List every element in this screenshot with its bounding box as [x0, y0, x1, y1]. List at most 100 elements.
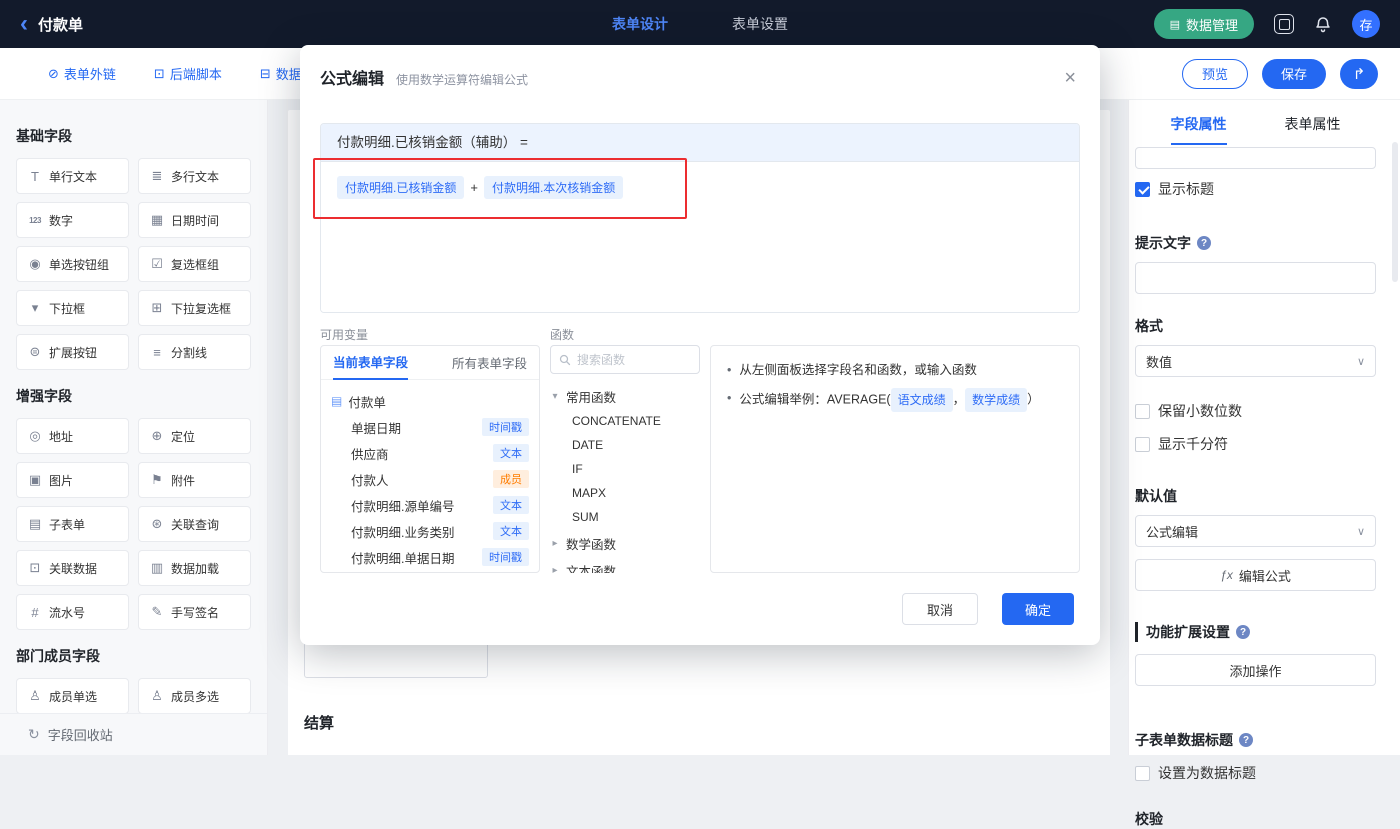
help-question-icon[interactable]: ?	[1236, 625, 1250, 639]
variables-tabs: 当前表单字段 所有表单字段	[321, 346, 539, 380]
field-type-icon: ⊡	[25, 560, 45, 576]
dialog-header: 公式编辑 使用数学运算符编辑公式 ×	[300, 45, 1100, 89]
palette-field-item[interactable]: ▤ 子表单	[16, 506, 129, 542]
preview-button[interactable]: 预览	[1182, 59, 1248, 89]
palette-field-item[interactable]: ≡ 分割线	[138, 334, 251, 370]
field-type-label: 成员单选	[49, 688, 97, 705]
palette-field-item[interactable]: ⊡ 关联数据	[16, 550, 129, 586]
apps-icon[interactable]	[1274, 14, 1294, 34]
function-group-name: 常用函数	[566, 387, 616, 406]
palette-field-item[interactable]: # 流水号	[16, 594, 129, 630]
field-recycle-bin[interactable]: ↻ 字段回收站	[0, 713, 267, 755]
field-type-icon: ▥	[147, 560, 167, 576]
variable-item[interactable]: 付款明细.源单编号 文本	[331, 492, 529, 518]
show-title-checkbox[interactable]	[1135, 182, 1150, 197]
field-type-icon: ♙	[25, 688, 45, 704]
data-manage-button[interactable]: ▤数据管理	[1154, 9, 1254, 39]
palette-field-item[interactable]: ▾ 下拉框	[16, 290, 129, 326]
field-type-icon: 123	[25, 216, 45, 225]
palette-field-item[interactable]: ▥ 数据加载	[138, 550, 251, 586]
avatar[interactable]: 存	[1352, 10, 1380, 38]
thousand-sep-checkbox[interactable]	[1135, 437, 1150, 452]
field-type-label: 复选框组	[171, 256, 219, 273]
default-value-label: 默认值	[1135, 486, 1376, 506]
function-item[interactable]: SUM	[550, 505, 700, 529]
field-type-label: 附件	[171, 472, 195, 489]
function-search-input[interactable]: 搜索函数	[550, 345, 700, 374]
backend-script-link[interactable]: ⊡后端脚本	[154, 64, 222, 83]
palette-field-item[interactable]: ♙ 成员单选	[16, 678, 129, 714]
help-question-icon[interactable]: ?	[1239, 733, 1253, 747]
field-type-badge: 文本	[493, 444, 529, 462]
palette-field-item[interactable]: ▣ 图片	[16, 462, 129, 498]
palette-field-item[interactable]: ⊜ 扩展按钮	[16, 334, 129, 370]
palette-grid: ◎ 地址 ⊕ 定位 ▣ 图片 ⚑ 附件 ▤ 子表单 ⊛ 关联查询 ⊡ 关联数据 …	[16, 418, 251, 630]
function-item[interactable]: DATE	[550, 433, 700, 457]
confirm-button[interactable]: 确定	[1002, 593, 1074, 625]
fx-icon: ƒx	[1220, 568, 1233, 582]
close-icon[interactable]: ×	[1064, 68, 1076, 88]
tab-field-properties[interactable]: 字段属性	[1171, 114, 1227, 145]
variable-item[interactable]: 供应商 文本	[331, 440, 529, 466]
tab-form-properties[interactable]: 表单属性	[1285, 114, 1341, 145]
form-external-link[interactable]: ⊘表单外链	[48, 64, 116, 83]
palette-field-item[interactable]: ⊕ 定位	[138, 418, 251, 454]
variable-item[interactable]: 付款人 成员	[331, 466, 529, 492]
formula-field-chip[interactable]: 付款明细.本次核销金额	[484, 176, 623, 199]
subheader-links: ⊘表单外链 ⊡后端脚本 ⊟数据权	[48, 64, 315, 83]
set-data-title-checkbox[interactable]	[1135, 766, 1150, 781]
variable-item[interactable]: 付款明细.单据日期 时间戳	[331, 544, 529, 570]
formula-target: 付款明细.已核销金额（辅助） =	[321, 124, 1079, 162]
palette-field-item[interactable]: ▦ 日期时间	[138, 202, 251, 238]
function-item[interactable]: CONCATENATE	[550, 409, 700, 433]
function-group[interactable]: ▸ 数学函数	[550, 531, 700, 556]
variables-panel: 当前表单字段 所有表单字段 ▤ 付款单 单据日期 时间戳 供应商 文本 付款人 …	[320, 345, 540, 573]
tab-current-form-fields[interactable]: 当前表单字段	[333, 346, 408, 380]
palette-field-item[interactable]: T 单行文本	[16, 158, 129, 194]
palette-field-item[interactable]: 123 数字	[16, 202, 129, 238]
help-question-icon[interactable]: ?	[1197, 236, 1211, 250]
scrollbar-thumb[interactable]	[1392, 142, 1398, 282]
field-title-input[interactable]	[1135, 147, 1376, 169]
back-icon[interactable]: ‹	[20, 12, 28, 36]
palette-field-item[interactable]: ⚑ 附件	[138, 462, 251, 498]
palette-field-item[interactable]: ◎ 地址	[16, 418, 129, 454]
dialog-subtitle: 使用数学运算符编辑公式	[396, 71, 528, 88]
recycle-icon: ↻	[28, 726, 40, 743]
function-item[interactable]: IF	[550, 457, 700, 481]
variable-root-form[interactable]: ▤ 付款单	[331, 388, 529, 414]
format-label: 格式	[1135, 316, 1376, 336]
edit-formula-button[interactable]: ƒx编辑公式	[1135, 559, 1376, 591]
field-type-icon: #	[25, 605, 45, 620]
variable-item[interactable]: 单据日期 时间戳	[331, 414, 529, 440]
add-action-button[interactable]: 添加操作	[1135, 654, 1376, 686]
subform-data-title: 子表单数据标题?	[1135, 730, 1376, 750]
share-button[interactable]: ↱	[1340, 59, 1378, 89]
palette-field-item[interactable]: ⊛ 关联查询	[138, 506, 251, 542]
hint-text-input[interactable]	[1135, 262, 1376, 294]
field-type-label: 日期时间	[171, 212, 219, 229]
palette-field-item[interactable]: ≣ 多行文本	[138, 158, 251, 194]
function-item[interactable]: MAPX	[550, 481, 700, 505]
tab-form-settings[interactable]: 表单设置	[732, 14, 788, 34]
variable-item[interactable]: 付款明细.业务类别 文本	[331, 518, 529, 544]
function-group[interactable]: ▸ 文本函数	[550, 558, 700, 573]
cancel-button[interactable]: 取消	[902, 593, 978, 625]
default-value-select[interactable]: 公式编辑∨	[1135, 515, 1376, 547]
formula-field-chip[interactable]: 付款明细.已核销金额	[337, 176, 464, 199]
tab-form-design[interactable]: 表单设计	[612, 14, 668, 34]
palette-field-item[interactable]: ⊞ 下拉复选框	[138, 290, 251, 326]
palette-field-item[interactable]: ◉ 单选按钮组	[16, 246, 129, 282]
function-group[interactable]: ▾ 常用函数	[550, 384, 700, 409]
palette-field-item[interactable]: ✎ 手写签名	[138, 594, 251, 630]
notification-bell-icon[interactable]	[1314, 15, 1332, 33]
palette-field-item[interactable]: ♙ 成员多选	[138, 678, 251, 714]
script-icon: ⊡	[154, 66, 165, 82]
save-button[interactable]: 保存	[1262, 59, 1326, 89]
format-select[interactable]: 数值∨	[1135, 345, 1376, 377]
palette-field-item[interactable]: ☑ 复选框组	[138, 246, 251, 282]
tab-all-form-fields[interactable]: 所有表单字段	[452, 346, 527, 380]
palette-section: 部门成员字段 ♙ 成员单选 ♙ 成员多选	[16, 646, 251, 714]
keep-decimals-checkbox[interactable]	[1135, 404, 1150, 419]
formula-input-area[interactable]: 付款明细.已核销金额+付款明细.本次核销金额	[321, 162, 1079, 312]
